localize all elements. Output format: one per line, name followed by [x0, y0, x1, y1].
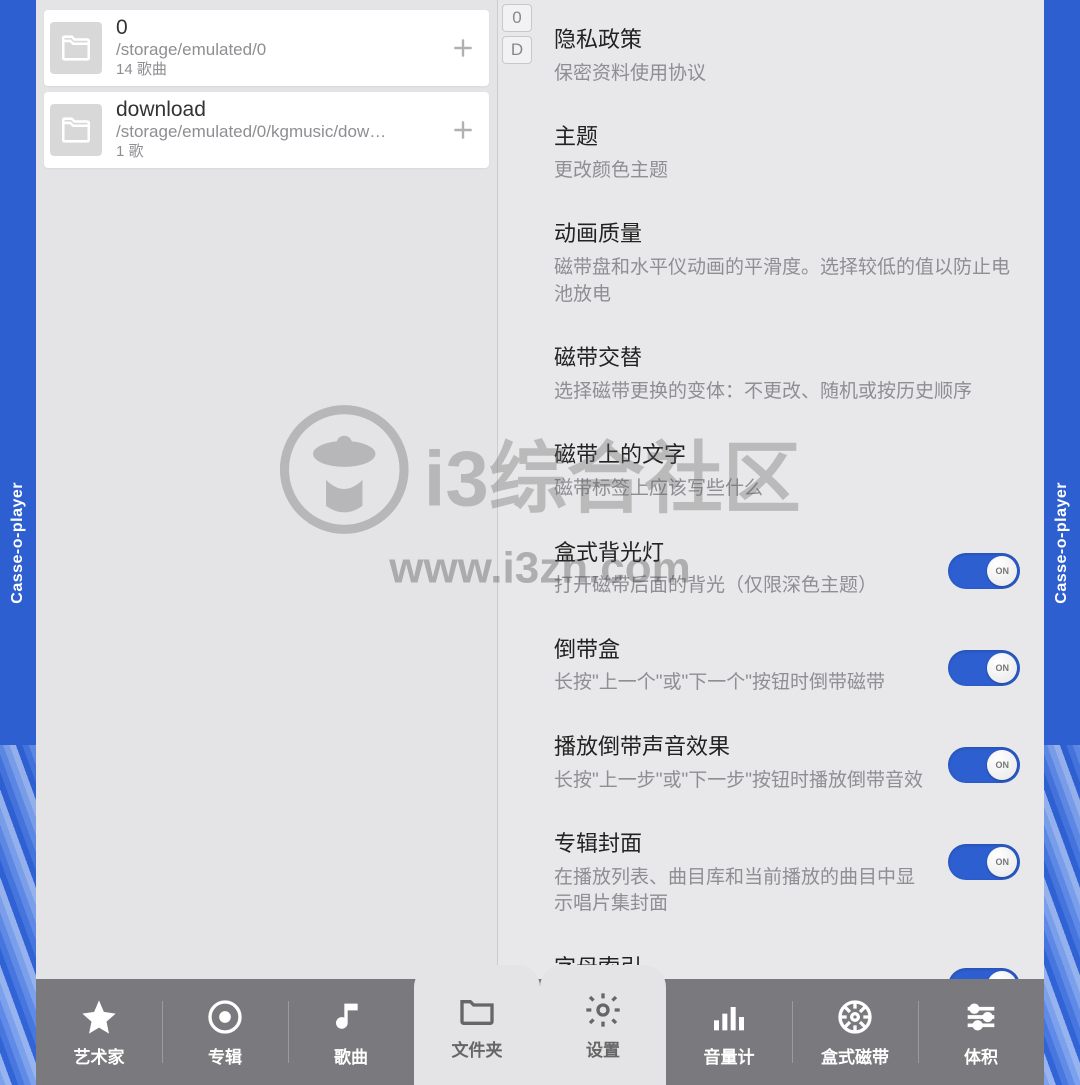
setting-item[interactable]: 动画质量磁带盘和水平仪动画的平滑度。选择较低的值以防止电池放电 [554, 202, 1020, 326]
toggle-switch[interactable]: ON [948, 968, 1020, 979]
tab-settings[interactable]: 设置 [540, 965, 666, 1085]
side-strip-left: Casse-o-player [0, 0, 36, 1085]
setting-title: 倒带盒 [554, 636, 930, 665]
toggle-switch[interactable]: ON [948, 747, 1020, 783]
tab-vu[interactable]: 音量计 [666, 979, 792, 1085]
tab-label: 歌曲 [334, 1043, 368, 1068]
bottom-tabbar: 艺术家 专辑 歌曲 文件夹 设置 音量计 盒式磁带 体积 [36, 979, 1044, 1085]
setting-title: 动画质量 [554, 220, 1020, 249]
folder-path: /storage/emulated/0/kgmusic/dow… [116, 121, 426, 142]
setting-title: 磁带交替 [554, 344, 1020, 373]
setting-title: 隐私政策 [554, 26, 1020, 55]
folder-open-icon [50, 22, 102, 74]
tab-artist[interactable]: 艺术家 [36, 979, 162, 1085]
setting-description: 长按"上一个"或"下一个"按钮时倒带磁带 [554, 670, 930, 697]
setting-item[interactable]: 主题更改颜色主题 [554, 105, 1020, 202]
note-icon [331, 997, 371, 1037]
side-strip-right: Casse-o-player [1044, 0, 1080, 1085]
tab-label: 艺术家 [74, 1043, 125, 1068]
tab-volume[interactable]: 体积 [918, 979, 1044, 1085]
setting-title: 专辑封面 [554, 830, 930, 859]
add-folder-button[interactable] [447, 114, 479, 146]
tab-song[interactable]: 歌曲 [288, 979, 414, 1085]
setting-title: 盒式背光灯 [554, 539, 930, 568]
tab-label: 体积 [964, 1043, 998, 1068]
toggle-switch[interactable]: ON [948, 553, 1020, 589]
toggle-switch[interactable]: ON [948, 650, 1020, 686]
setting-description: 磁带盘和水平仪动画的平滑度。选择较低的值以防止电池放电 [554, 255, 1020, 308]
folder-open-icon [50, 104, 102, 156]
setting-description: 打开磁带后面的背光（仅限深色主题） [554, 573, 930, 600]
folder-icon [457, 990, 497, 1030]
tab-label: 盒式磁带 [821, 1043, 889, 1068]
setting-description: 在播放列表、曲目库和当前播放的曲目中显示唱片集封面 [554, 865, 930, 918]
setting-item[interactable]: 磁带上的文字磁带标签上应该写些什么 [554, 423, 1020, 520]
setting-description: 更改颜色主题 [554, 158, 1020, 185]
setting-item[interactable]: 倒带盒长按"上一个"或"下一个"按钮时倒带磁带 ON [554, 618, 1020, 715]
add-folder-button[interactable] [447, 32, 479, 64]
setting-title: 磁带上的文字 [554, 441, 1020, 470]
disc-icon [205, 997, 245, 1037]
folder-item[interactable]: 0 /storage/emulated/0 14 歌曲 [44, 10, 489, 86]
tab-label: 音量计 [704, 1043, 755, 1068]
setting-description: 保密资料使用协议 [554, 61, 1020, 88]
folder-title: download [116, 98, 433, 121]
reel-icon [835, 997, 875, 1037]
folder-title: 0 [116, 16, 433, 39]
star-icon [79, 997, 119, 1037]
setting-item[interactable]: 盒式背光灯打开磁带后面的背光（仅限深色主题） ON [554, 521, 1020, 618]
tab-label: 设置 [586, 1036, 620, 1061]
setting-title: 播放倒带声音效果 [554, 733, 930, 762]
app-name-right: Casse-o-player [1053, 482, 1071, 604]
setting-item[interactable]: 隐私政策保密资料使用协议 [554, 8, 1020, 105]
setting-item[interactable]: 专辑封面在播放列表、曲目库和当前播放的曲目中显示唱片集封面 ON [554, 812, 1020, 936]
folder-item[interactable]: download /storage/emulated/0/kgmusic/dow… [44, 92, 489, 168]
gear-icon [583, 990, 623, 1030]
settings-panel: 0 D 隐私政策保密资料使用协议主题更改颜色主题动画质量磁带盘和水平仪动画的平滑… [498, 0, 1044, 979]
tab-label: 专辑 [208, 1043, 242, 1068]
tab-cassette[interactable]: 盒式磁带 [792, 979, 918, 1085]
tab-folder[interactable]: 文件夹 [414, 965, 540, 1085]
setting-item[interactable]: 磁带交替选择磁带更换的变体：不更改、随机或按历史顺序 [554, 326, 1020, 423]
setting-description: 长按"上一步"或"下一步"按钮时播放倒带音效 [554, 768, 930, 795]
folder-panel: 0 /storage/emulated/0 14 歌曲 download /st… [36, 0, 498, 979]
index-chip[interactable]: D [502, 36, 532, 64]
tab-album[interactable]: 专辑 [162, 979, 288, 1085]
tab-label: 文件夹 [452, 1036, 503, 1061]
eq-icon [709, 997, 749, 1037]
toggle-switch[interactable]: ON [948, 844, 1020, 880]
setting-description: 选择磁带更换的变体：不更改、随机或按历史顺序 [554, 379, 1020, 406]
folder-count: 1 歌 [116, 142, 433, 162]
folder-path: /storage/emulated/0 [116, 39, 426, 60]
folder-count: 14 歌曲 [116, 60, 433, 80]
setting-title: 主题 [554, 123, 1020, 152]
sliders-icon [961, 997, 1001, 1037]
setting-description: 磁带标签上应该写些什么 [554, 476, 1020, 503]
setting-item[interactable]: 播放倒带声音效果长按"上一步"或"下一步"按钮时播放倒带音效 ON [554, 715, 1020, 812]
app-name-left: Casse-o-player [9, 482, 27, 604]
alpha-index-rail: 0 D [498, 0, 536, 979]
index-chip[interactable]: 0 [502, 4, 532, 32]
